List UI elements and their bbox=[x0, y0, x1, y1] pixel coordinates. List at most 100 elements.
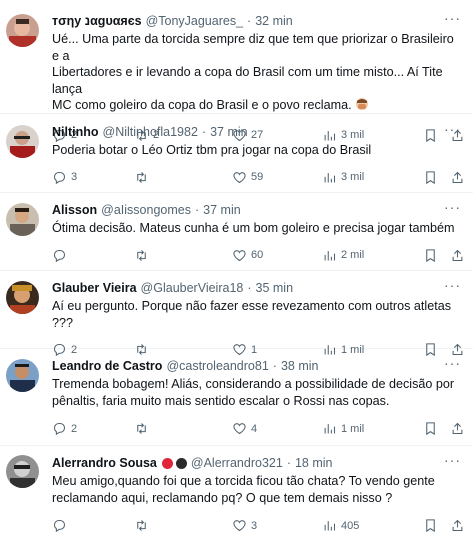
avatar[interactable] bbox=[6, 125, 39, 158]
like-button[interactable]: 3 bbox=[232, 518, 257, 533]
retweet-icon bbox=[137, 171, 146, 183]
tweet-header: Alerrandro Sousa @Alerrandro321 · 18 min bbox=[52, 446, 463, 472]
timestamp[interactable]: 37 min bbox=[210, 125, 248, 139]
share-button[interactable] bbox=[450, 421, 465, 436]
tweet-text: Meu amigo,quando foi que a torcida ficou… bbox=[52, 473, 463, 506]
reply-icon bbox=[53, 171, 66, 184]
share-icon bbox=[452, 171, 463, 183]
display-name[interactable]: Glauber Vieira bbox=[52, 281, 137, 295]
more-icon[interactable]: ··· bbox=[444, 356, 461, 370]
views-button[interactable]: 405 bbox=[322, 518, 359, 533]
retweet-icon bbox=[137, 249, 146, 261]
more-icon[interactable]: ··· bbox=[444, 122, 461, 136]
more-icon[interactable]: ··· bbox=[444, 200, 461, 214]
tweet-text-line: Tremenda bobagem! Aliás, considerando a … bbox=[52, 377, 455, 391]
retweet-button[interactable] bbox=[134, 518, 153, 533]
bookmark-button[interactable] bbox=[423, 518, 438, 533]
like-icon bbox=[233, 423, 246, 435]
timestamp[interactable]: 35 min bbox=[256, 281, 294, 295]
share-button[interactable] bbox=[450, 248, 465, 263]
views-count: 3 mil bbox=[341, 171, 365, 183]
tweet-text: Tremenda bobagem! Aliás, considerando a … bbox=[52, 376, 463, 409]
tweet-text-line: Poderia botar o Léo Ortiz tbm pra jogar … bbox=[52, 143, 372, 157]
tweet-header: тσηу נαgυαяєѕ @TonyJaguares_ · 32 min bbox=[52, 0, 463, 30]
action-bar: 3 405 bbox=[52, 518, 463, 536]
red-circle-icon bbox=[161, 457, 173, 469]
user-handle[interactable]: @TonyJaguares_ bbox=[146, 14, 243, 28]
like-count: 3 bbox=[251, 519, 258, 532]
separator: · bbox=[201, 125, 207, 139]
action-bar: 60 2 mil bbox=[52, 248, 463, 266]
display-name[interactable]: Alerrandro Sousa bbox=[52, 456, 157, 470]
timestamp[interactable]: 32 min bbox=[255, 14, 293, 28]
action-bar: 3 59 3 mil bbox=[52, 170, 463, 188]
avatar[interactable] bbox=[6, 359, 39, 392]
tweet-header: Glauber Vieira @GlauberVieira18 · 35 min bbox=[52, 271, 463, 297]
user-handle[interactable]: @Niltinhofla1982 bbox=[103, 125, 198, 139]
avatar[interactable] bbox=[6, 203, 39, 236]
reply-tweet[interactable]: Alisson @aIissongomes · 37 min ··· Ótima… bbox=[0, 193, 473, 271]
like-button[interactable]: 60 bbox=[232, 248, 263, 263]
views-icon bbox=[324, 250, 336, 260]
tweet-text-line: pênaltis, faria muito mais sentido escal… bbox=[52, 393, 390, 408]
display-name[interactable]: Alisson bbox=[52, 203, 97, 217]
reply-button[interactable]: 3 bbox=[52, 170, 77, 185]
like-button[interactable]: 4 bbox=[232, 421, 257, 436]
reply-icon bbox=[53, 519, 66, 533]
reply-button[interactable] bbox=[52, 518, 71, 533]
user-handle[interactable]: @castroleandro81 bbox=[166, 359, 268, 373]
more-icon[interactable]: ··· bbox=[444, 11, 461, 25]
like-button[interactable]: 59 bbox=[232, 170, 263, 185]
reply-tweet[interactable]: Alerrandro Sousa @Alerrandro321 · 18 min… bbox=[0, 446, 473, 551]
timestamp[interactable]: 18 min bbox=[295, 456, 333, 470]
like-icon bbox=[233, 171, 246, 183]
timestamp[interactable]: 37 min bbox=[203, 203, 241, 217]
retweet-button[interactable] bbox=[134, 421, 153, 436]
tweet-text: Ótima decisão. Mateus cunha é um bom gol… bbox=[52, 220, 463, 237]
tweet-header: Niltinho @Niltinhofla1982 · 37 min bbox=[52, 114, 463, 141]
tweet-text-line-wrap: MC como goleiro da copa do Brasil e o po… bbox=[52, 97, 463, 116]
user-handle[interactable]: @aIissongomes bbox=[101, 203, 191, 217]
share-button[interactable] bbox=[450, 518, 465, 533]
views-button[interactable]: 2 mil bbox=[322, 248, 364, 263]
like-count: 60 bbox=[251, 249, 264, 261]
reply-tweet[interactable]: Glauber Vieira @GlauberVieira18 · 35 min… bbox=[0, 271, 473, 357]
display-name[interactable]: тσηу נαgυαяєѕ bbox=[52, 14, 142, 28]
separator: · bbox=[194, 203, 200, 217]
more-icon[interactable]: ··· bbox=[444, 278, 461, 292]
display-name[interactable]: Leandro de Castro bbox=[52, 359, 162, 373]
avatar[interactable] bbox=[6, 455, 39, 488]
views-button[interactable]: 1 mil bbox=[322, 421, 364, 436]
timestamp[interactable]: 38 min bbox=[281, 359, 319, 373]
tweet-text-line: Libertadores e ir levando a copa do Bras… bbox=[52, 65, 443, 96]
more-icon[interactable]: ··· bbox=[444, 453, 461, 467]
tweet-header: Alisson @aIissongomes · 37 min bbox=[52, 193, 463, 219]
views-button[interactable]: 3 mil bbox=[322, 170, 364, 185]
bookmark-button[interactable] bbox=[423, 248, 438, 263]
display-name[interactable]: Niltinho bbox=[52, 125, 99, 139]
share-button[interactable] bbox=[450, 170, 465, 185]
reply-button[interactable] bbox=[52, 248, 71, 263]
tweet-header: Leandro de Castro @castroleandro81 · 38 … bbox=[52, 349, 463, 375]
like-icon bbox=[233, 249, 246, 261]
views-count: 405 bbox=[341, 519, 360, 532]
retweet-button[interactable] bbox=[134, 248, 153, 263]
bookmark-button[interactable] bbox=[423, 421, 438, 436]
avatar[interactable] bbox=[6, 281, 39, 314]
separator: · bbox=[247, 14, 252, 28]
reply-tweet[interactable]: тσηу נαgυαяєѕ @TonyJaguares_ · 32 min ··… bbox=[0, 0, 473, 142]
avatar[interactable] bbox=[6, 14, 39, 47]
tweet-text-line: Ótima decisão. Mateus cunha é um bom gol… bbox=[52, 221, 455, 235]
user-handle[interactable]: @GlauberVieira18 bbox=[141, 281, 244, 295]
bookmark-icon bbox=[426, 519, 435, 533]
reply-tweet[interactable]: Leandro de Castro @castroleandro81 · 38 … bbox=[0, 349, 473, 446]
user-handle[interactable]: @Alerrandro321 bbox=[191, 456, 283, 470]
views-count: 2 mil bbox=[341, 249, 365, 261]
retweet-button[interactable] bbox=[134, 170, 153, 185]
bookmark-button[interactable] bbox=[423, 170, 438, 185]
like-count: 59 bbox=[251, 171, 264, 183]
reply-tweet[interactable]: Niltinho @Niltinhofla1982 · 37 min ··· P… bbox=[0, 114, 473, 193]
like-icon bbox=[233, 520, 246, 532]
reply-button[interactable]: 2 bbox=[52, 421, 77, 436]
tweet-text-line: MC como goleiro da copa do Brasil e o po… bbox=[52, 98, 352, 112]
